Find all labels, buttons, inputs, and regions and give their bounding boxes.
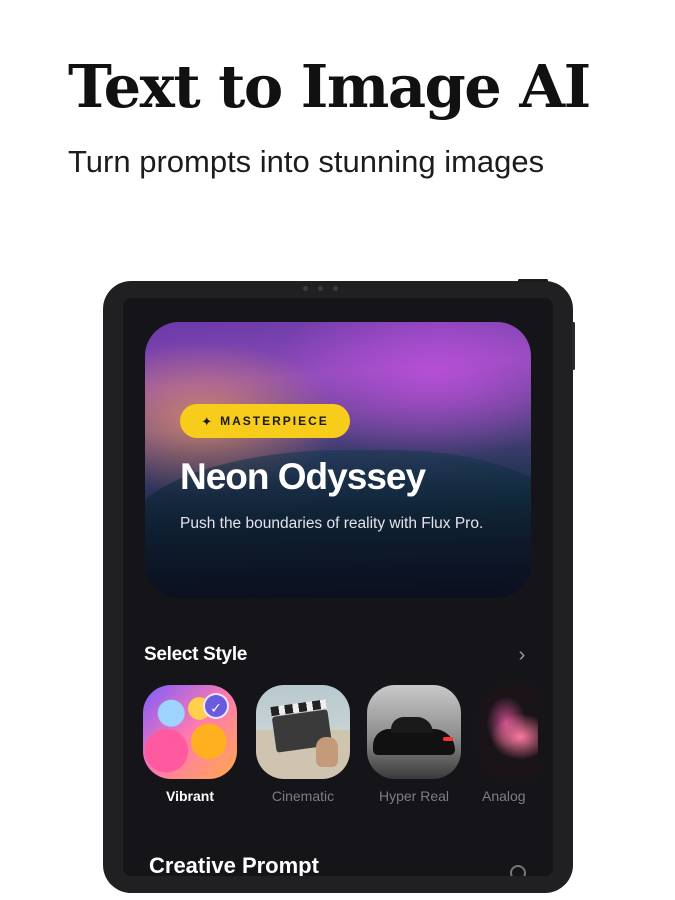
car-image <box>373 717 455 755</box>
check-icon: ✓ <box>203 693 229 719</box>
hero-description: Push the boundaries of reality with Flux… <box>180 515 484 532</box>
style-label: Cinematic <box>271 788 335 804</box>
style-label: Analog <box>482 788 526 804</box>
hero-card[interactable]: ✦ MASTERPIECE Neon Odyssey Push the boun… <box>145 322 531 598</box>
style-thumbnail-cinematic <box>256 685 350 779</box>
app-screen: ✦ MASTERPIECE Neon Odyssey Push the boun… <box>123 298 553 876</box>
badge-label: MASTERPIECE <box>220 414 329 428</box>
sparkle-icon: ✦ <box>201 413 213 429</box>
tablet-side-button <box>572 322 575 370</box>
style-thumbnail-analog <box>478 685 538 779</box>
style-label: Hyper Real <box>378 788 450 804</box>
style-label: Vibrant <box>166 788 214 804</box>
style-option-analog[interactable]: Analog <box>478 685 538 804</box>
masterpiece-badge: ✦ MASTERPIECE <box>180 404 350 438</box>
chevron-right-icon[interactable]: › <box>511 644 533 666</box>
tablet-top-button <box>518 279 548 282</box>
style-thumbnail-hyper-real <box>367 685 461 779</box>
style-option-hyper-real[interactable]: Hyper Real <box>367 685 461 804</box>
headline: Text to Image AI <box>68 52 591 121</box>
style-thumbnail-vibrant: ✓ <box>143 685 237 779</box>
camera-dots <box>303 286 338 291</box>
subheadline: Turn prompts into stunning images <box>68 144 545 179</box>
style-option-vibrant[interactable]: ✓ Vibrant <box>143 685 237 804</box>
style-option-cinematic[interactable]: Cinematic <box>256 685 350 804</box>
creative-prompt-title: Creative Prompt <box>149 853 319 876</box>
select-style-title: Select Style <box>144 644 248 665</box>
info-icon[interactable] <box>510 865 526 876</box>
hero-title: Neon Odyssey <box>180 456 426 497</box>
